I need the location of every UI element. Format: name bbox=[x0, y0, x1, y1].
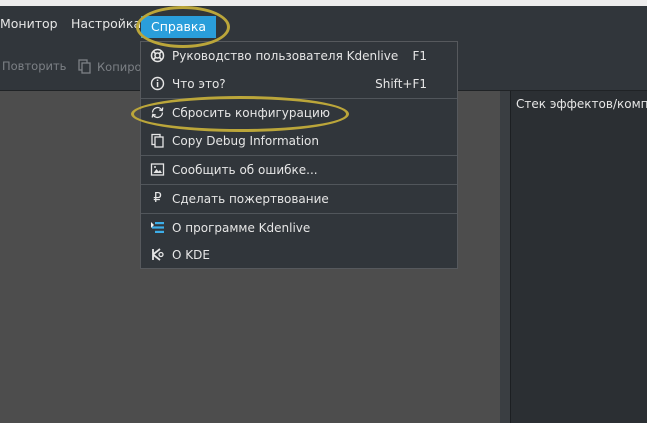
menu-item-label: Сделать пожертвование bbox=[172, 192, 329, 206]
reset-icon bbox=[151, 106, 164, 119]
menu-item-about-kde[interactable]: О KDE bbox=[141, 241, 457, 269]
menu-item-about-kdenlive[interactable]: О программе Kdenlive bbox=[141, 214, 457, 242]
menu-item-report-bug[interactable]: Сообщить об ошибке... bbox=[141, 156, 457, 184]
menu-item-label: Сбросить конфигурацию bbox=[172, 106, 330, 120]
menu-item-label: Сообщить об ошибке... bbox=[172, 163, 318, 177]
kdenlive-logo-icon bbox=[151, 222, 164, 233]
menu-item-donate[interactable]: ₽ Сделать пожертвование bbox=[141, 185, 457, 213]
copy-icon bbox=[78, 59, 91, 74]
menu-monitor[interactable]: Монитор bbox=[0, 15, 58, 33]
menu-item-label: Руководство пользователя Kdenlive bbox=[172, 49, 399, 63]
menu-help[interactable]: Справка bbox=[141, 16, 217, 38]
ruble-icon: ₽ bbox=[153, 191, 162, 206]
menu-settings[interactable]: Настройка bbox=[71, 15, 141, 33]
kde-logo-icon bbox=[152, 248, 164, 261]
copy-button[interactable]: Копиров bbox=[78, 59, 148, 74]
redo-label: Повторить bbox=[2, 59, 67, 73]
menu-item-label: Copy Debug Information bbox=[172, 134, 319, 148]
bug-report-icon bbox=[150, 163, 165, 176]
menu-item-shortcut: Shift+F1 bbox=[375, 77, 427, 91]
menu-item-label: О KDE bbox=[172, 248, 210, 262]
info-icon bbox=[150, 76, 165, 91]
menu-item-handbook[interactable]: Руководство пользователя Kdenlive F1 bbox=[141, 42, 457, 70]
effect-stack-title: Стек эффектов/компози bbox=[516, 97, 647, 111]
menu-item-shortcut: F1 bbox=[412, 49, 427, 63]
menu-item-whats-this[interactable]: Что это? Shift+F1 bbox=[141, 70, 457, 98]
effect-stack-panel: Стек эффектов/компози bbox=[510, 91, 647, 423]
help-menu-popup: Руководство пользователя Kdenlive F1 Что… bbox=[140, 41, 458, 269]
menu-item-copy-debug[interactable]: Copy Debug Information bbox=[141, 127, 457, 155]
copy-icon bbox=[151, 133, 164, 148]
panel-splitter[interactable] bbox=[500, 91, 510, 423]
menu-item-label: Что это? bbox=[172, 77, 226, 91]
help-lifebuoy-icon bbox=[150, 48, 165, 63]
redo-button[interactable]: Повторить bbox=[2, 59, 66, 73]
kdenlive-window: Монитор Настройка Справка Повторить Копи… bbox=[0, 0, 647, 423]
menu-item-label: О программе Kdenlive bbox=[172, 221, 311, 235]
menu-item-reset-config[interactable]: Сбросить конфигурацию bbox=[141, 99, 457, 127]
menu-bar: Монитор Настройка Справка bbox=[0, 6, 647, 42]
